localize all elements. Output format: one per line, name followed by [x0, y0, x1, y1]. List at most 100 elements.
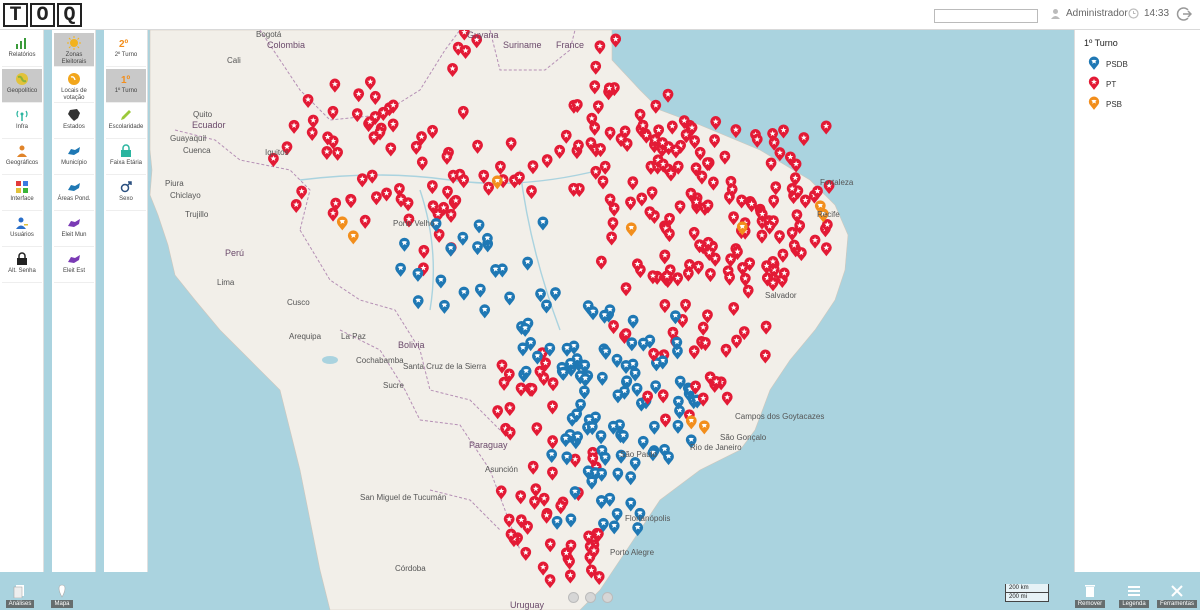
menu-item-label: Interface: [10, 196, 34, 202]
map-canvas[interactable]: Colombia Guyana Suriname France Ecuador …: [0, 30, 1200, 610]
menu-item-label: Usuários: [10, 232, 34, 238]
menu-item-label: Estados: [63, 124, 85, 130]
map-scale: 200 km 200 mi: [1005, 584, 1049, 602]
menu-item-locais[interactable]: Locais de votação: [54, 69, 94, 103]
menu-item-alt-senha[interactable]: Alt. Senha: [2, 249, 42, 283]
first-round-icon: 1º: [118, 72, 134, 86]
menu-item-label: Geográficos: [5, 160, 39, 166]
map-label-city: Florianópolis: [625, 514, 671, 523]
menu-item-label: Locais de votação: [61, 88, 87, 101]
user-name: Administrador: [1066, 8, 1128, 19]
user-icon: [1051, 9, 1060, 19]
mapa-label: Mapa: [51, 600, 73, 608]
menu-item-geograficos[interactable]: Geográficos: [2, 141, 42, 175]
ferramentas-button[interactable]: Ferramentas: [1157, 584, 1198, 610]
map-label-city: Asunción: [485, 465, 518, 474]
mapa-button[interactable]: Mapa: [42, 584, 82, 610]
map-label-city: Porto Alegre: [610, 548, 655, 557]
pt-marker-icon: [1088, 76, 1100, 93]
map-label-country: France: [556, 40, 585, 50]
carousel-dot[interactable]: [602, 592, 613, 603]
menu-item-infra[interactable]: Infra: [2, 105, 42, 139]
scale-km: 200 km: [1006, 584, 1048, 593]
menu-item-label: Sexo: [119, 196, 133, 202]
psdb-marker-icon: [1088, 56, 1100, 73]
region-icon: [66, 180, 82, 194]
map-label-country: Colombia: [267, 40, 306, 50]
map-label-city: Cuenca: [183, 146, 211, 155]
map-label-city: Uruguay: [510, 600, 545, 610]
second-round-icon: 2º: [118, 36, 134, 50]
legend-list: PSDB PT PSB: [1084, 54, 1191, 114]
analises-button[interactable]: Análises: [0, 584, 40, 610]
map-label-city: Recife: [817, 210, 840, 219]
svg-text:2º: 2º: [119, 39, 129, 49]
remover-button[interactable]: Remover: [1070, 584, 1110, 610]
legend-item-label: PSDB: [1106, 59, 1128, 69]
menu-item-label: Alt. Senha: [8, 268, 36, 274]
map-label-city: São Paulo: [620, 450, 657, 459]
scale-mi: 200 mi: [1006, 593, 1048, 602]
menu-item-eleit-est[interactable]: Eleit Est: [54, 249, 94, 283]
menu-item-geopolitico[interactable]: Geopolítico: [2, 69, 42, 103]
map-label-city: Córdoba: [395, 564, 426, 573]
map-label-city: San Miguel de Tucumán: [360, 493, 447, 502]
menu-item-faixa[interactable]: Faixa Etária: [106, 141, 146, 175]
map-label-city: Salvador: [765, 291, 797, 300]
map-label-country: Perú: [225, 248, 245, 258]
map-label-city: Lima: [217, 278, 235, 287]
map-label-country: Guyana: [467, 30, 499, 40]
gender-icon: [118, 180, 134, 194]
legend-item-psdb: PSDB: [1088, 54, 1191, 74]
user-menu[interactable]: Administrador: [1050, 8, 1128, 19]
map-label-city: Fortaleza: [820, 178, 854, 187]
psb-marker-icon: [1088, 96, 1100, 113]
clock-icon: [1128, 8, 1139, 19]
legend-item-psb: PSB: [1088, 94, 1191, 114]
lock-age-icon: [118, 144, 134, 158]
menu-item-usuarios[interactable]: Usuários: [2, 213, 42, 247]
menu-item-municipio[interactable]: Município: [54, 141, 94, 175]
main-menu: Relatórios Geopolítico Infra Geográficos Int…: [0, 30, 44, 572]
region-icon: [66, 216, 82, 230]
menu-item-eleit-mun[interactable]: Eleit Mun: [54, 213, 94, 247]
map-label-city: Piura: [165, 179, 184, 188]
menu-item-areas[interactable]: Áreas Pond.: [54, 177, 94, 211]
map-label-city: Arequipa: [289, 332, 322, 341]
legend-item-label: PSB: [1106, 99, 1123, 109]
lock-icon: [14, 252, 30, 266]
user-key-icon: [14, 216, 30, 230]
menu-item-estados[interactable]: Estados: [54, 105, 94, 139]
logout-button[interactable]: [1176, 6, 1194, 24]
app-logo[interactable]: T O Q: [3, 3, 82, 27]
logo-letter: O: [30, 3, 55, 27]
logo-letter: Q: [57, 3, 82, 27]
carousel-dot[interactable]: [568, 592, 579, 603]
menu-item-sexo[interactable]: Sexo: [106, 177, 146, 211]
globe-icon: [14, 72, 30, 86]
menu-item-escolaridade[interactable]: Escolaridade: [106, 105, 146, 139]
top-bar: T O Q Administrador 14:33: [0, 0, 1200, 30]
map-label-country: Paraguay: [469, 440, 508, 450]
map-label-city: Sucre: [383, 381, 404, 390]
menu-item-zonas[interactable]: Zonas Eleitorais: [54, 33, 94, 67]
menu-item-turno2[interactable]: 2º 2º Turno: [106, 33, 146, 67]
map-label-city: Cochabamba: [356, 356, 404, 365]
carousel-dot[interactable]: [585, 592, 596, 603]
menu-item-interface[interactable]: Interface: [2, 177, 42, 211]
map-label-city: Iquitos: [265, 148, 289, 157]
map-base: [0, 30, 1200, 610]
globe-pin-icon: [66, 72, 82, 86]
clock-time: 14:33: [1144, 8, 1170, 19]
legend-item-label: PT: [1106, 79, 1117, 89]
analises-label: Análises: [5, 600, 35, 608]
map-label-city: Cali: [227, 56, 241, 65]
search-input[interactable]: [934, 9, 1038, 23]
map-label-city: São Gonçalo: [720, 433, 767, 442]
menu-item-label: 1º Turno: [114, 88, 138, 94]
menu-item-label: Faixa Etária: [109, 160, 142, 166]
logout-icon: [1176, 7, 1192, 21]
menu-item-relatorios[interactable]: Relatórios: [2, 33, 42, 67]
menu-item-turno1[interactable]: 1º 1º Turno: [106, 69, 146, 103]
legenda-button[interactable]: Legenda: [1114, 584, 1154, 610]
